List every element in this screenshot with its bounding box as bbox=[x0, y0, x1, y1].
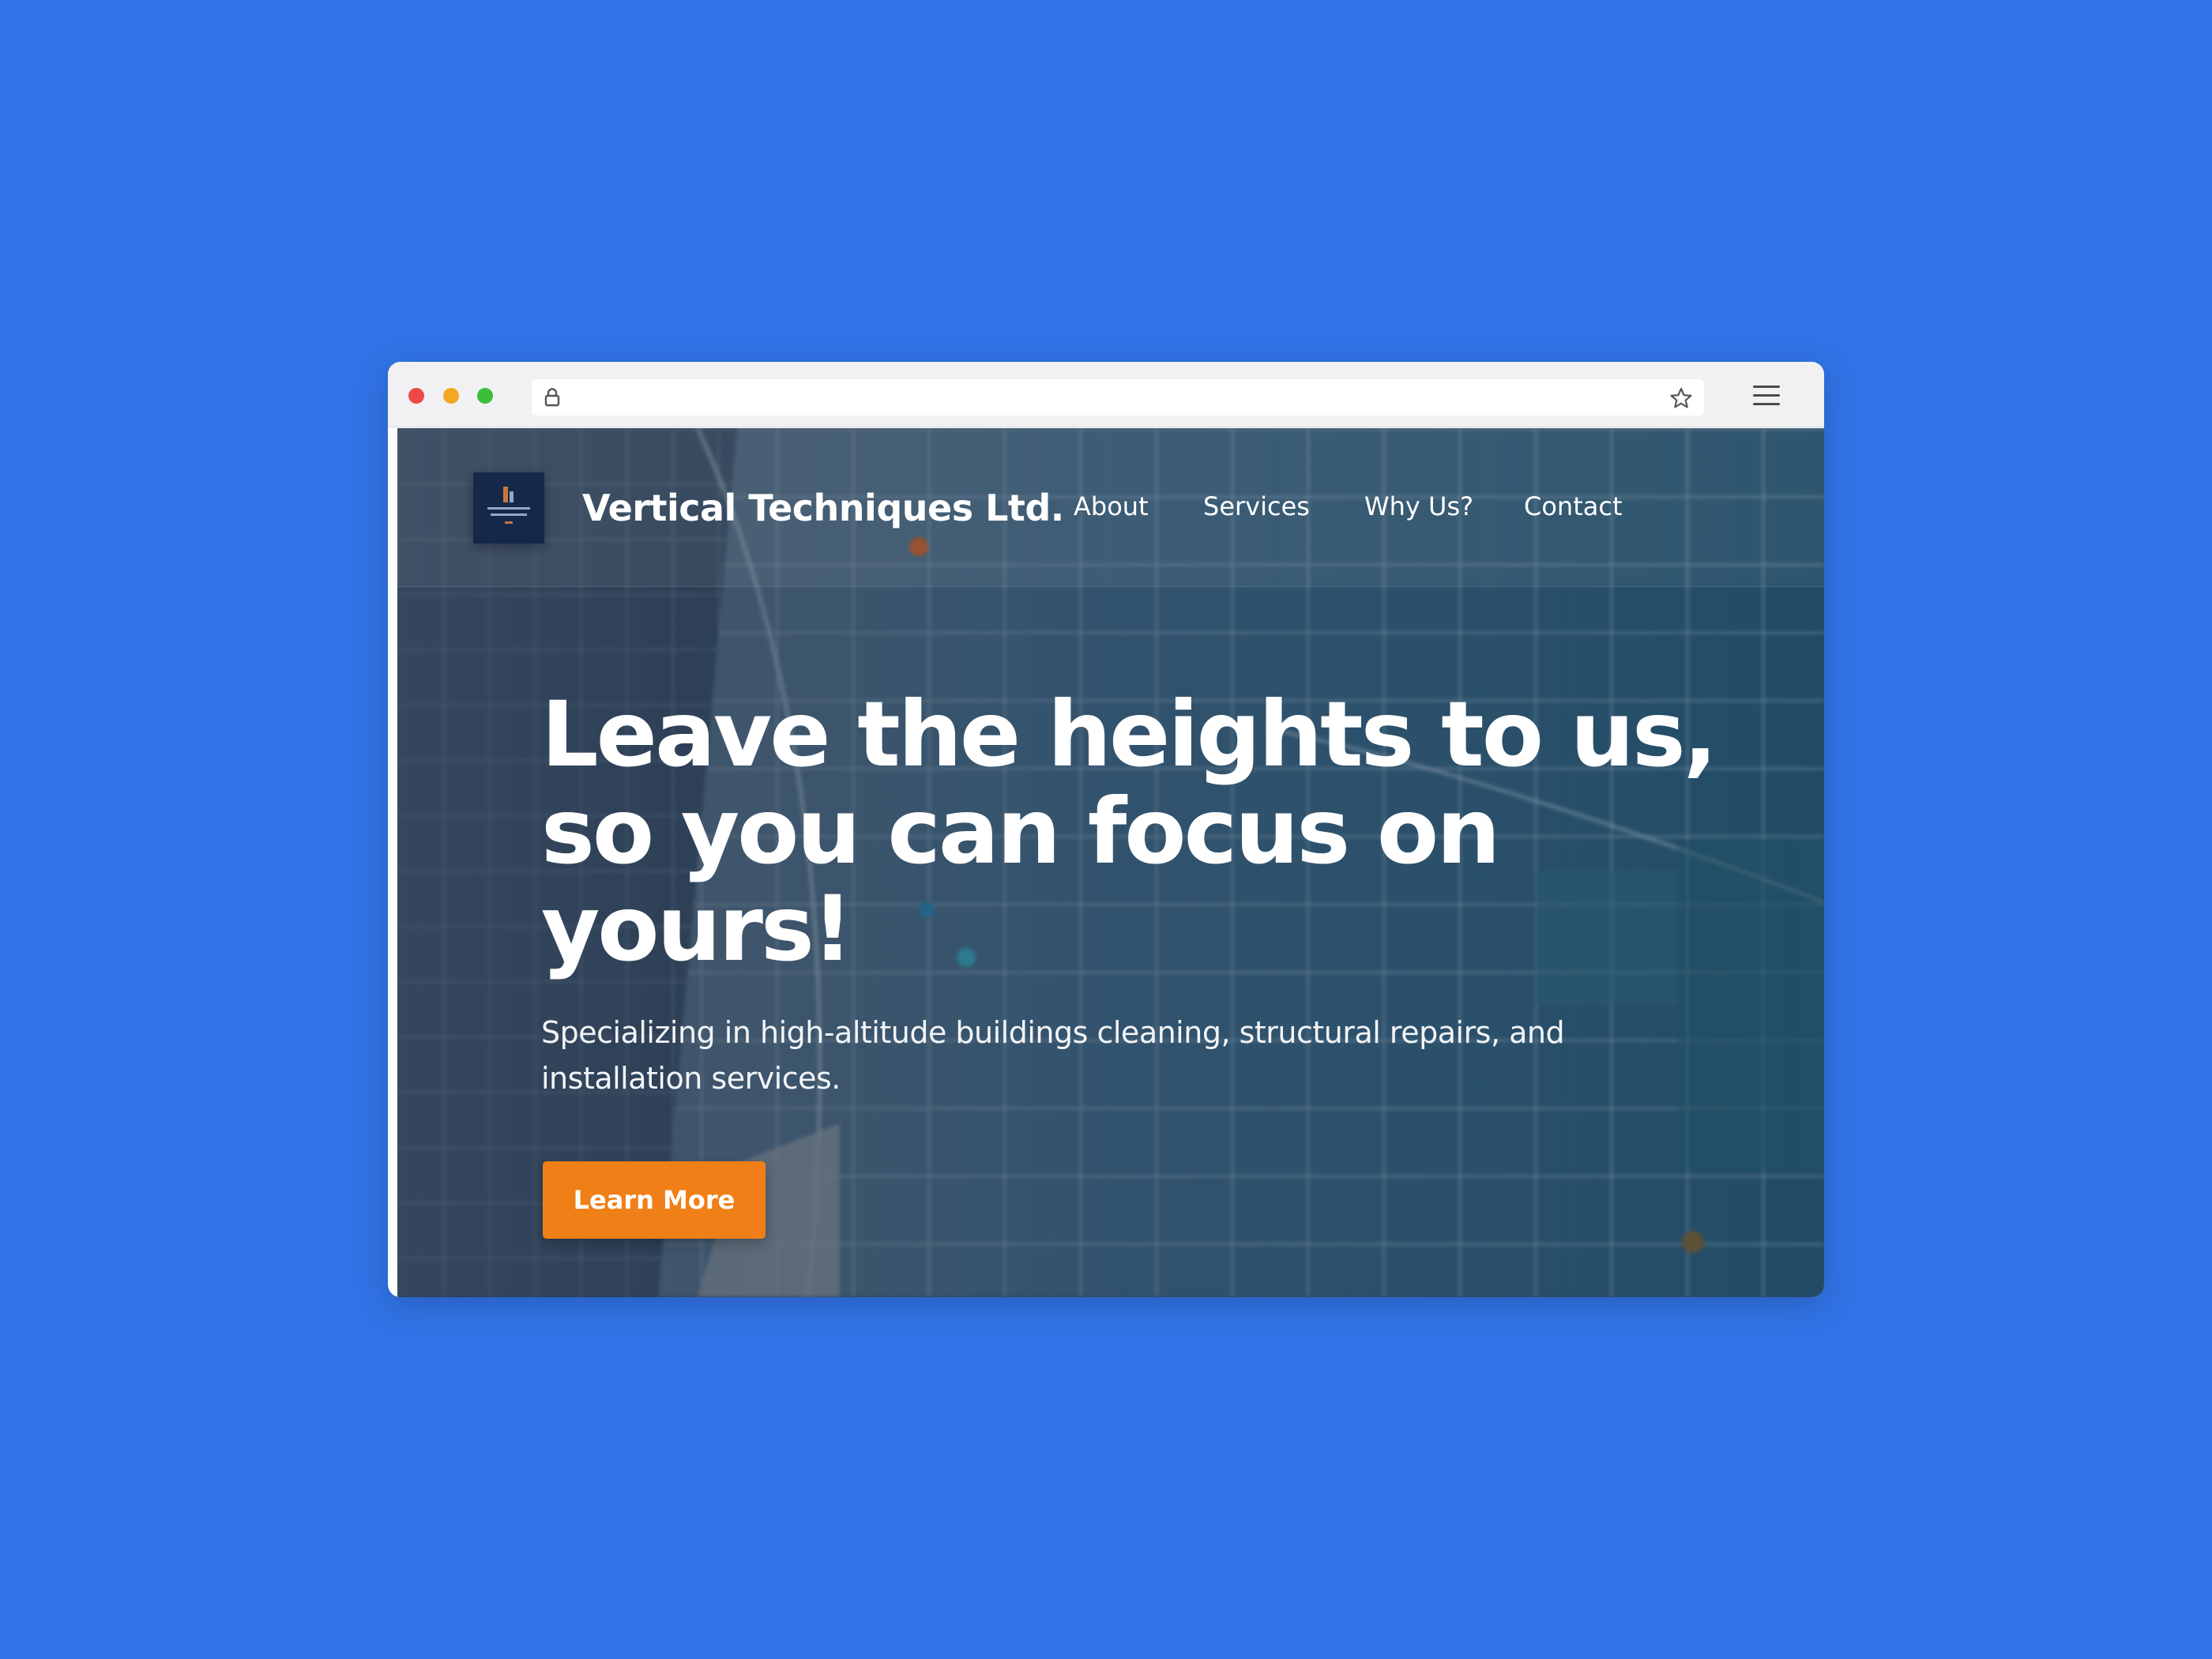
browser-window: Vertical Techniques Ltd. About Services … bbox=[388, 362, 1824, 1297]
close-window-button[interactable] bbox=[408, 388, 424, 404]
browser-toolbar bbox=[388, 362, 1824, 427]
site-header: Vertical Techniques Ltd. About Services … bbox=[397, 428, 1824, 587]
nav-contact[interactable]: Contact bbox=[1524, 491, 1623, 521]
page-viewport: Vertical Techniques Ltd. About Services … bbox=[397, 428, 1824, 1297]
brand-name[interactable]: Vertical Techniques Ltd. bbox=[582, 487, 1064, 529]
nav-why-us[interactable]: Why Us? bbox=[1364, 491, 1473, 521]
hero-title: Leave the heights to us, so you can focu… bbox=[541, 682, 1717, 981]
hero-subtitle: Specializing in high-altitude buildings … bbox=[541, 1015, 1565, 1096]
nav-services[interactable]: Services bbox=[1203, 491, 1310, 521]
maximize-window-button[interactable] bbox=[477, 388, 493, 404]
nav-about[interactable]: About bbox=[1074, 491, 1149, 521]
company-logo-icon[interactable] bbox=[473, 472, 544, 544]
logo-building-icon bbox=[487, 487, 530, 524]
learn-more-button[interactable]: Learn More bbox=[543, 1161, 766, 1239]
star-icon[interactable] bbox=[1669, 386, 1693, 410]
lock-icon bbox=[544, 388, 560, 407]
hamburger-menu-icon[interactable] bbox=[1753, 384, 1781, 408]
address-bar[interactable] bbox=[532, 379, 1704, 416]
minimize-window-button[interactable] bbox=[443, 388, 459, 404]
